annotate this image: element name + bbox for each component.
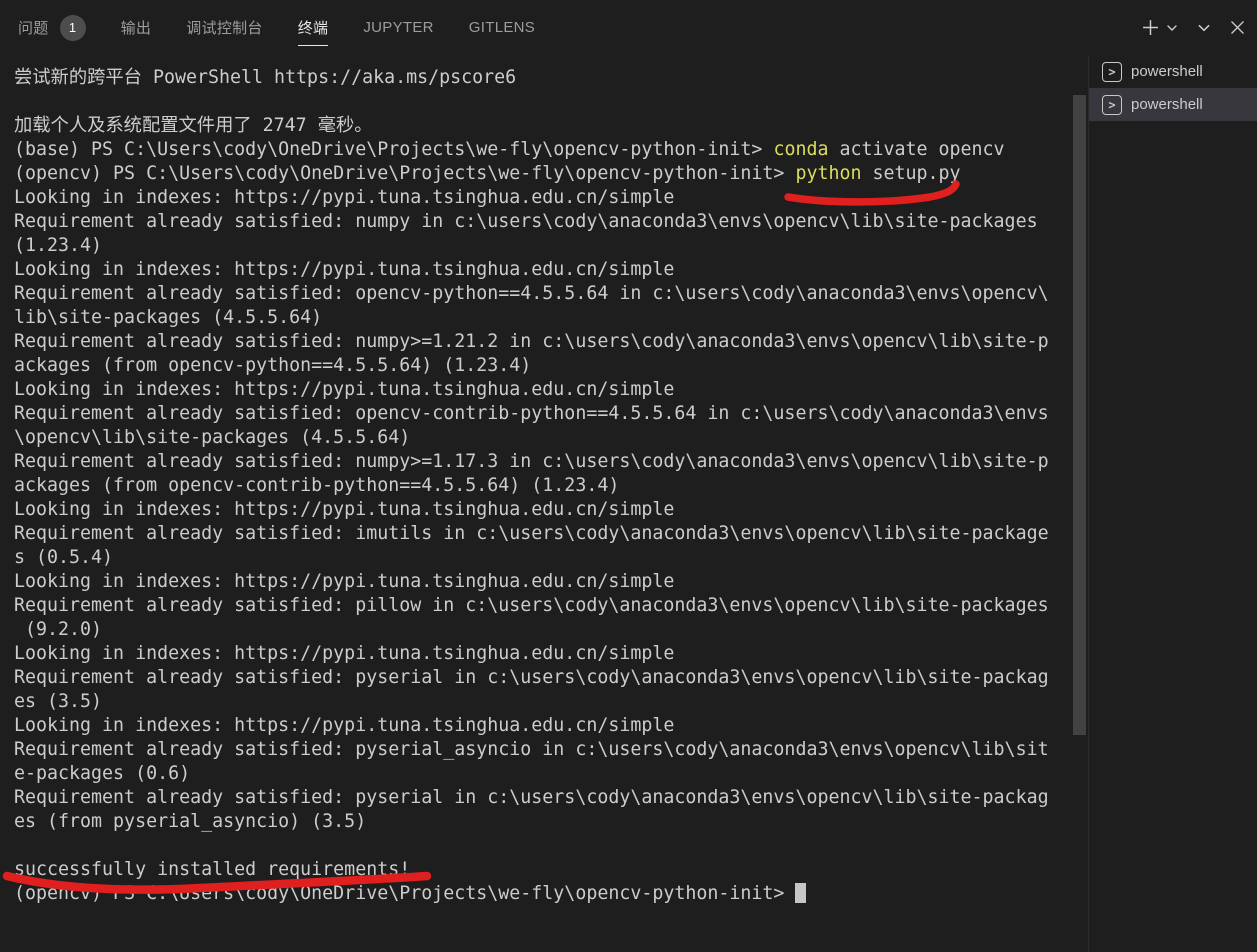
terminal-line: s (0.5.4) [14, 546, 1073, 570]
terminal-line: Requirement already satisfied: numpy in … [14, 210, 1073, 234]
terminal-line: Requirement already satisfied: pyserial_… [14, 738, 1073, 762]
chevron-down-icon [1166, 22, 1178, 34]
close-icon [1230, 20, 1245, 35]
terminal-line: Looking in indexes: https://pypi.tuna.ts… [14, 378, 1073, 402]
panel-tab-bar: 问题 1 输出 调试控制台 终端 JUPYTER GITLENS [0, 0, 1088, 55]
tab-output[interactable]: 输出 [121, 0, 152, 55]
command-token: conda [773, 139, 828, 160]
terminal-output[interactable]: 尝试新的跨平台 PowerShell https://aka.ms/pscore… [0, 55, 1073, 952]
terminal-line: ackages (from opencv-contrib-python==4.5… [14, 474, 1073, 498]
terminal-line: Requirement already satisfied: opencv-co… [14, 402, 1073, 426]
terminal-line: Looking in indexes: https://pypi.tuna.ts… [14, 570, 1073, 594]
terminal-line: Requirement already satisfied: pyserial … [14, 786, 1073, 810]
problems-count-badge: 1 [60, 15, 86, 41]
terminal-item-label: powershell [1131, 63, 1203, 80]
command-token: python [795, 163, 861, 184]
terminal-line: Requirement already satisfied: numpy>=1.… [14, 330, 1073, 354]
chevron-down-icon [1197, 21, 1211, 35]
terminal-line: lib\site-packages (4.5.5.64) [14, 306, 1073, 330]
terminal-list-item-powershell-1[interactable]: > powershell [1089, 55, 1257, 88]
terminal-line: ackages (from opencv-python==4.5.5.64) (… [14, 354, 1073, 378]
terminal-line: Looking in indexes: https://pypi.tuna.ts… [14, 186, 1073, 210]
terminal-icon: > [1102, 62, 1122, 82]
terminal-line: (opencv) PS C:\Users\cody\OneDrive\Proje… [14, 882, 1073, 906]
terminal-line: 尝试新的跨平台 PowerShell https://aka.ms/pscore… [14, 66, 1073, 90]
terminal-line: \opencv\lib\site-packages (4.5.5.64) [14, 426, 1073, 450]
terminal-item-label: powershell [1131, 96, 1203, 113]
tab-gitlens[interactable]: GITLENS [469, 0, 535, 55]
terminal-line: (9.2.0) [14, 618, 1073, 642]
terminal-line: Requirement already satisfied: pillow in… [14, 594, 1073, 618]
terminal-line: Looking in indexes: https://pypi.tuna.ts… [14, 642, 1073, 666]
tab-problems-label: 问题 [18, 17, 49, 38]
terminal-line: 加载个人及系统配置文件用了 2747 毫秒。 [14, 114, 1073, 138]
tab-debug-console-label: 调试控制台 [186, 17, 263, 38]
tab-terminal[interactable]: 终端 [298, 0, 329, 55]
tab-problems[interactable]: 问题 1 [18, 0, 86, 55]
terminal-line [14, 834, 1073, 858]
hide-panel-button[interactable] [1197, 21, 1211, 35]
terminal-list-item-powershell-2[interactable]: > powershell [1089, 88, 1257, 121]
terminal-line: es (3.5) [14, 690, 1073, 714]
terminal-line: es (from pyserial_asyncio) (3.5) [14, 810, 1073, 834]
panel-actions [1142, 0, 1245, 55]
terminal-line: (opencv) PS C:\Users\cody\OneDrive\Proje… [14, 162, 1073, 186]
launch-profile-button[interactable] [1166, 22, 1178, 34]
terminal-line: (1.23.4) [14, 234, 1073, 258]
terminal-line: Looking in indexes: https://pypi.tuna.ts… [14, 714, 1073, 738]
terminal-cursor [795, 883, 806, 903]
tab-terminal-label: 终端 [298, 17, 329, 38]
terminal-line: Requirement already satisfied: numpy>=1.… [14, 450, 1073, 474]
terminal-line: Requirement already satisfied: opencv-py… [14, 282, 1073, 306]
terminal-line: Requirement already satisfied: imutils i… [14, 522, 1073, 546]
terminal-line: e-packages (0.6) [14, 762, 1073, 786]
tab-output-label: 输出 [121, 17, 152, 38]
tab-debug-console[interactable]: 调试控制台 [186, 0, 263, 55]
terminal-line: (base) PS C:\Users\cody\OneDrive\Project… [14, 138, 1073, 162]
terminal-scrollbar-thumb[interactable] [1073, 95, 1086, 735]
plus-icon [1142, 19, 1159, 36]
terminal-line: Looking in indexes: https://pypi.tuna.ts… [14, 258, 1073, 282]
terminal-line: successfully installed requirements! [14, 858, 1073, 882]
terminal-line: Requirement already satisfied: pyserial … [14, 666, 1073, 690]
terminal-icon: > [1102, 95, 1122, 115]
terminal-line [14, 90, 1073, 114]
tab-gitlens-label: GITLENS [469, 19, 535, 36]
tab-jupyter-label: JUPYTER [363, 19, 433, 36]
terminal-instance-list: > powershell > powershell [1088, 55, 1257, 952]
tab-jupyter[interactable]: JUPYTER [363, 0, 433, 55]
terminal-line: Looking in indexes: https://pypi.tuna.ts… [14, 498, 1073, 522]
close-panel-button[interactable] [1230, 20, 1245, 35]
new-terminal-button[interactable] [1142, 19, 1159, 36]
